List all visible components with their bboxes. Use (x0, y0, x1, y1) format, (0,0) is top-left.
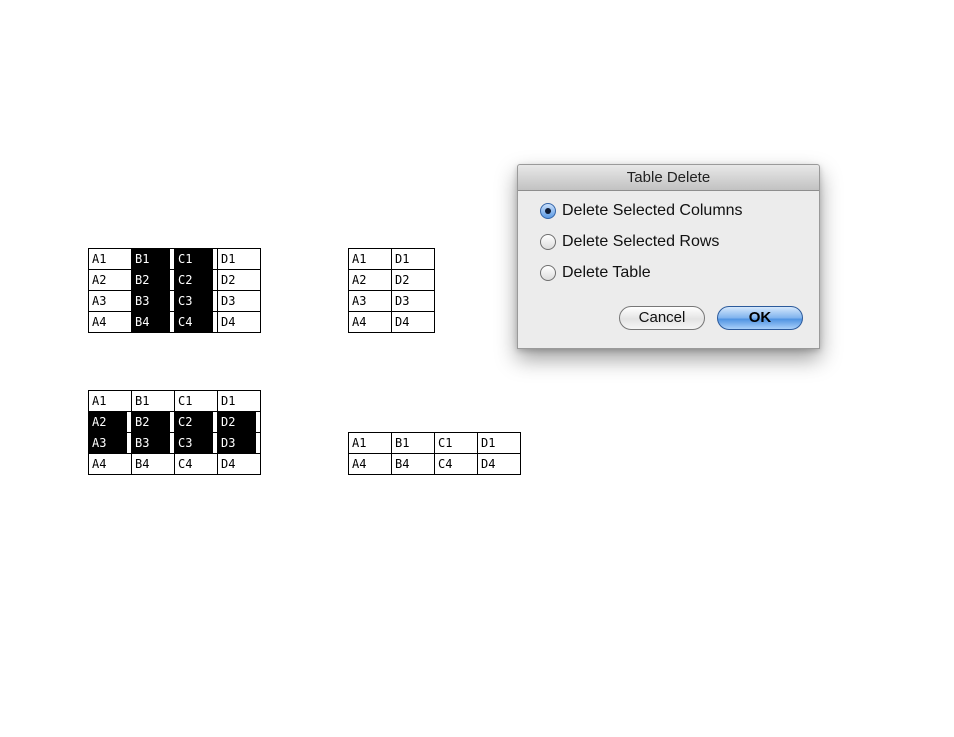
table-cell: B2 (131, 411, 175, 433)
table-row: A1 D1 (348, 248, 435, 270)
table-cell: B1 (131, 390, 175, 412)
table-cell: B4 (131, 311, 175, 333)
delete-selected-rows-option[interactable]: Delete Selected Rows (540, 233, 719, 251)
cancel-button[interactable]: Cancel (619, 306, 705, 330)
table-row: A2 B2 C2 D2 (88, 269, 261, 291)
delete-rows-before-table: A1 B1 C1 D1 A2 B2 C2 D2 A3 B3 C3 D3 A4 B4 C4 D4 (88, 390, 261, 475)
table-cell: D3 (391, 290, 435, 312)
table-cell: A3 (88, 432, 132, 454)
table-cell: B3 (131, 290, 175, 312)
table-cell: A1 (88, 248, 132, 270)
table-row: A4 B4 C4 D4 (88, 453, 261, 475)
radio-button-icon[interactable] (540, 265, 556, 281)
table-row: A4 D4 (348, 311, 435, 333)
table-cell: D1 (217, 390, 261, 412)
table-cell: B2 (131, 269, 175, 291)
ok-button[interactable]: OK (717, 306, 803, 330)
table-cell: C2 (174, 411, 218, 433)
option-label: Delete Table (562, 264, 651, 281)
table-cell: C4 (434, 453, 478, 475)
table-cell: C2 (174, 269, 218, 291)
delete-selected-columns-option[interactable]: Delete Selected Columns (540, 202, 743, 220)
table-cell: D3 (217, 290, 261, 312)
table-cell: D4 (217, 453, 261, 475)
table-cell: B1 (131, 248, 175, 270)
option-label: Delete Selected Columns (562, 202, 743, 219)
table-cell: B4 (131, 453, 175, 475)
table-row: A2 B2 C2 D2 (88, 411, 261, 433)
table-row: A4 B4 C4 D4 (348, 453, 521, 475)
table-cell: D1 (217, 248, 261, 270)
table-cell: A2 (88, 269, 132, 291)
table-cell: D4 (477, 453, 521, 475)
delete-columns-before-table: A1 B1 C1 D1 A2 B2 C2 D2 A3 B3 C3 D3 A4 B4 C4 D4 (88, 248, 261, 333)
radio-button-icon[interactable] (540, 203, 556, 219)
table-cell: A3 (348, 290, 392, 312)
table-row: A1 B1 C1 D1 (88, 248, 261, 270)
table-cell: A4 (88, 453, 132, 475)
table-row: A4 B4 C4 D4 (88, 311, 261, 333)
table-cell: A4 (88, 311, 132, 333)
table-cell: A4 (348, 453, 392, 475)
table-row: A3 B3 C3 D3 (88, 432, 261, 454)
table-cell: D3 (217, 432, 261, 454)
table-cell: C3 (174, 432, 218, 454)
delete-rows-after-table: A1 B1 C1 D1 A4 B4 C4 D4 (348, 432, 521, 475)
table-row: A1 B1 C1 D1 (88, 390, 261, 412)
table-cell: D4 (391, 311, 435, 333)
table-cell: A1 (348, 248, 392, 270)
table-row: A3 B3 C3 D3 (88, 290, 261, 312)
table-delete-dialog: Table Delete Delete Selected Columns Del… (517, 164, 820, 349)
table-cell: C4 (174, 453, 218, 475)
option-label: Delete Selected Rows (562, 233, 720, 250)
table-cell: B1 (391, 432, 435, 454)
table-cell: D2 (391, 269, 435, 291)
table-cell: A1 (348, 432, 392, 454)
delete-columns-after-table: A1 D1 A2 D2 A3 D3 A4 D4 (348, 248, 435, 333)
radio-button-icon[interactable] (540, 234, 556, 250)
table-cell: D2 (217, 269, 261, 291)
table-cell: A2 (88, 411, 132, 433)
table-cell: B3 (131, 432, 175, 454)
table-cell: D1 (477, 432, 521, 454)
table-row: A1 B1 C1 D1 (348, 432, 521, 454)
table-cell: D2 (217, 411, 261, 433)
table-row: A2 D2 (348, 269, 435, 291)
table-cell: C3 (174, 290, 218, 312)
table-cell: A4 (348, 311, 392, 333)
table-cell: C4 (174, 311, 218, 333)
table-cell: A2 (348, 269, 392, 291)
table-cell: A3 (88, 290, 132, 312)
table-cell: D4 (217, 311, 261, 333)
dialog-title: Table Delete (518, 165, 819, 191)
table-cell: B4 (391, 453, 435, 475)
table-cell: D1 (391, 248, 435, 270)
table-cell: C1 (174, 390, 218, 412)
table-cell: A1 (88, 390, 132, 412)
table-cell: C1 (174, 248, 218, 270)
delete-table-option[interactable]: Delete Table (540, 264, 651, 282)
table-row: A3 D3 (348, 290, 435, 312)
table-cell: C1 (434, 432, 478, 454)
